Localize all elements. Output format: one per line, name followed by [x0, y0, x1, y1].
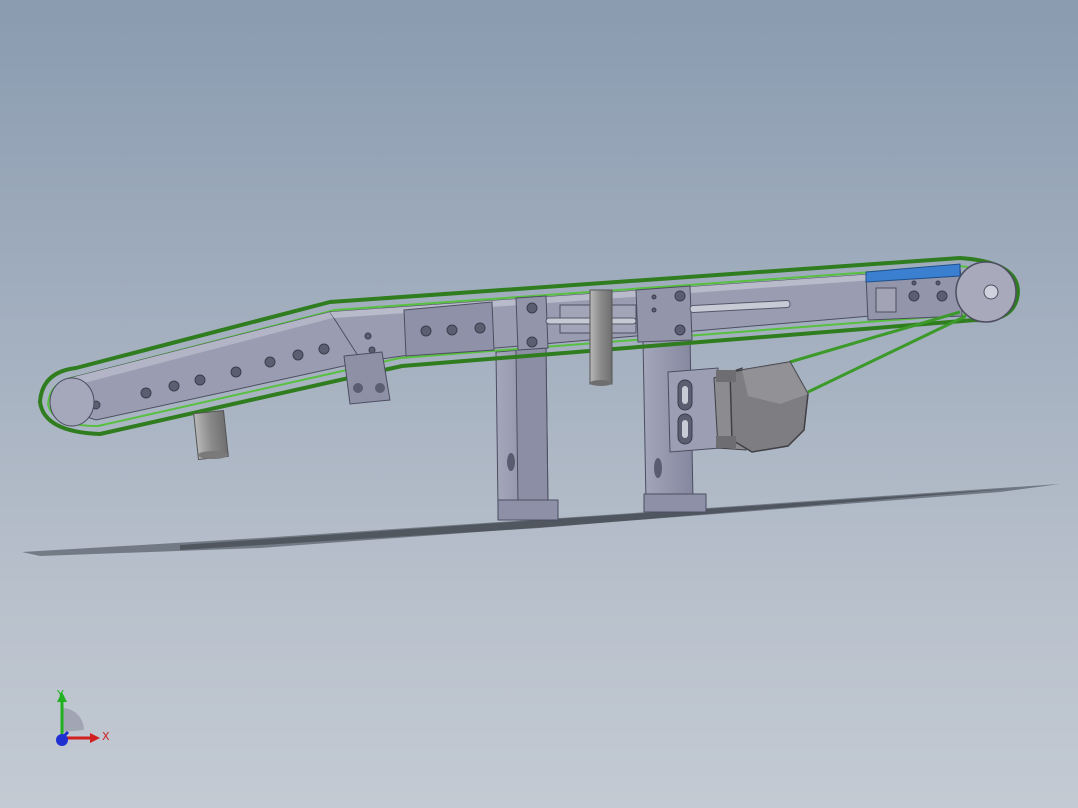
x-axis-label: X: [102, 730, 110, 743]
stepper-motor[interactable]: [713, 361, 809, 453]
drive-pulley[interactable]: [955, 261, 1017, 323]
motor-mount-plate[interactable]: [667, 367, 721, 453]
support-leg-left[interactable]: [495, 347, 559, 521]
tensioner-bracket[interactable]: [343, 351, 391, 405]
shaft-bottom-left[interactable]: [193, 410, 229, 460]
frame-inclined-section[interactable]: [69, 311, 363, 421]
idler-pulley[interactable]: [49, 377, 95, 427]
shaft-center[interactable]: [589, 289, 613, 386]
y-axis-label: Y: [57, 688, 64, 701]
graphics-viewport[interactable]: Y X: [0, 0, 1078, 808]
conveyor-assembly-model[interactable]: [0, 0, 1078, 808]
